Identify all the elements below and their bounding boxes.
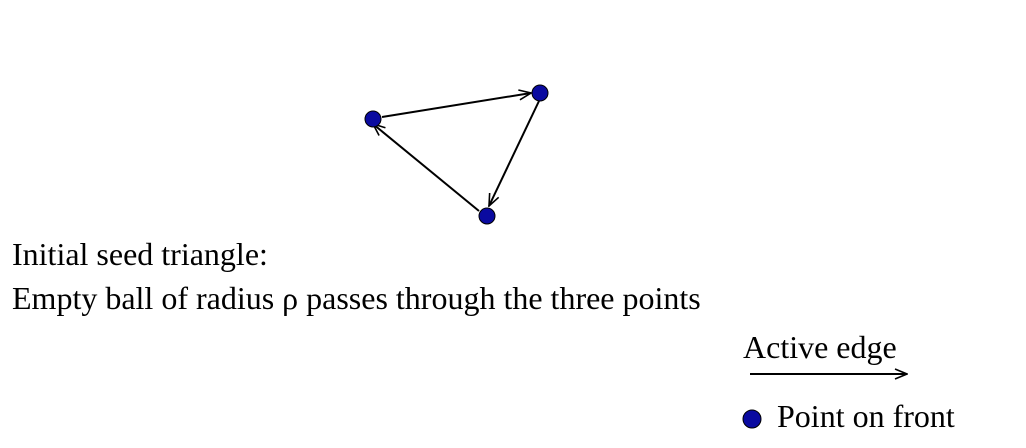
legend-point-symbol bbox=[742, 409, 762, 429]
legend-active-edge-label: Active edge bbox=[743, 329, 897, 365]
active-edge-top bbox=[381, 93, 531, 118]
caption-line-1: Initial seed triangle: bbox=[12, 236, 268, 272]
caption: Initial seed triangle: Empty ball of rad… bbox=[12, 232, 701, 320]
active-edge-right bbox=[488, 100, 540, 206]
front-point-bottom bbox=[478, 207, 496, 225]
active-edge-left bbox=[373, 124, 480, 212]
seed-triangle-diagram bbox=[364, 84, 1026, 429]
front-point-top-right bbox=[531, 84, 549, 102]
front-point-left bbox=[364, 110, 382, 128]
caption-line-2: Empty ball of radius ρ passes through th… bbox=[12, 280, 701, 316]
legend-point-label: Point on front bbox=[777, 398, 955, 434]
